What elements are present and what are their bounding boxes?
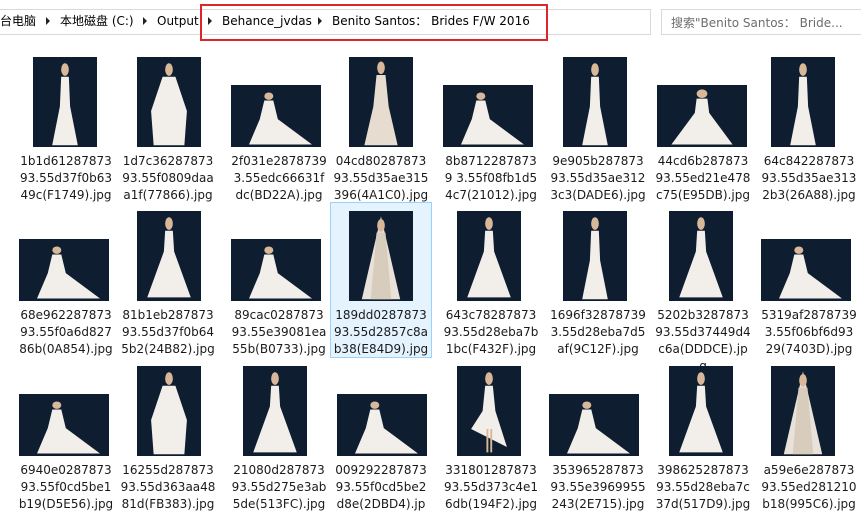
file-item[interactable]: 68e96228787393.55f0a6d82786b(0A854).jpg xyxy=(15,202,117,358)
file-item[interactable]: 81b1eb28787393.55d37f0b645b2(24B82).jpg xyxy=(117,202,219,358)
file-name: 6940e028787393.55f0cd5be1b19(D5E56).jpg xyxy=(18,463,114,511)
image-thumbnail xyxy=(549,394,639,456)
image-thumbnail xyxy=(137,366,201,456)
image-thumbnail xyxy=(771,57,835,147)
crumb-local-disk[interactable]: 本地磁盘 (C:) xyxy=(60,13,134,29)
annotation-highlight-box xyxy=(200,4,548,41)
file-item[interactable]: 009292287873 93.55f0cd5be2d8e(2DBD4).jpg xyxy=(330,357,432,513)
chevron-right-icon[interactable] xyxy=(141,13,149,29)
file-item[interactable]: 331801287873 93.55d373c4e16db(194F2).jpg xyxy=(440,357,542,513)
file-item[interactable]: 44cd6b28787393.55ed21e478c75(E95DB).jpg xyxy=(652,48,754,204)
file-item[interactable]: 21080d28787393.55d275e3ab5de(513FC).jpg xyxy=(228,357,330,513)
crumb-output[interactable]: Output xyxy=(157,13,199,29)
file-name: 9e905b28787393.55d35ae3123c3(DADE6).jpg xyxy=(550,154,646,202)
file-name: 353965287873 93.55e3969955243(2E715).jpg xyxy=(550,463,646,511)
file-name: 009292287873 93.55f0cd5be2d8e(2DBD4).jpg xyxy=(335,463,427,511)
file-item[interactable]: 353965287873 93.55e3969955243(2E715).jpg xyxy=(547,357,649,513)
image-thumbnail xyxy=(669,366,733,456)
file-item[interactable]: a59e6e28787393.55ed281210b18(995C6).jpg xyxy=(758,357,860,513)
file-name: 5319af28787393.55f06bf6d9329(7403D).jpg xyxy=(761,308,857,356)
file-name: 8b87122878739 3.55f08fb1d54c7(21012).jpg xyxy=(444,154,538,202)
file-item[interactable]: 189dd028787393.55d2857c8ab38(E84D9).jpg xyxy=(330,202,432,358)
file-name: a59e6e28787393.55ed281210b18(995C6).jpg xyxy=(761,463,857,511)
file-item[interactable]: 1b1d6128787393.55d37f0b6349c(F1749).jpg xyxy=(15,48,117,204)
image-thumbnail xyxy=(337,394,427,456)
file-item[interactable]: 5319af28787393.55f06bf6d9329(7403D).jpg xyxy=(758,202,860,358)
search-placeholder: 搜索"Benito Santos： Bride... xyxy=(671,16,843,30)
image-thumbnail xyxy=(137,57,201,147)
file-item[interactable]: 1d7c3628787393.55f0809daaa1f(77866).jpg xyxy=(117,48,219,204)
image-thumbnail xyxy=(563,211,627,301)
image-thumbnail xyxy=(19,394,109,456)
image-thumbnail xyxy=(443,85,533,147)
crumb-this-pc[interactable]: 台电脑 xyxy=(0,13,36,29)
image-thumbnail xyxy=(669,211,733,301)
file-grid: 1b1d6128787393.55d37f0b6349c(F1749).jpg 1… xyxy=(0,44,861,513)
image-thumbnail xyxy=(33,57,97,147)
image-thumbnail xyxy=(349,211,413,301)
file-name: 16255d28787393.55d363aa4881d(FB383).jpg xyxy=(120,463,216,511)
file-item[interactable]: 8b87122878739 3.55f08fb1d54c7(21012).jpg xyxy=(440,48,542,204)
file-item[interactable]: 398625287873 93.55d28eba7c37d(517D9).jpg xyxy=(652,357,754,513)
address-bar[interactable]: 台电脑 本地磁盘 (C:) Output Behance_jvdas Benit… xyxy=(0,0,861,44)
file-item[interactable]: 2f031e28787393.55edc66631fdc(BD22A).jpg xyxy=(228,48,330,204)
image-thumbnail xyxy=(457,211,521,301)
file-name: 1d7c3628787393.55f0809daaa1f(77866).jpg xyxy=(122,154,214,202)
file-name: 1b1d6128787393.55d37f0b6349c(F1749).jpg xyxy=(20,154,112,202)
file-name: 04cd8028787393.55d35ae315396(4A1C0).jpg xyxy=(333,154,429,202)
image-thumbnail xyxy=(563,57,627,147)
image-thumbnail xyxy=(771,366,835,456)
image-thumbnail xyxy=(137,211,201,301)
file-item[interactable]: 16255d28787393.55d363aa4881d(FB383).jpg xyxy=(117,357,219,513)
image-thumbnail xyxy=(657,85,747,147)
file-item[interactable]: 04cd8028787393.55d35ae315396(4A1C0).jpg xyxy=(330,48,432,204)
file-name: 331801287873 93.55d373c4e16db(194F2).jpg xyxy=(443,463,539,511)
file-name: 89cac028787393.55e39081ea55b(B0733).jpg xyxy=(231,308,327,356)
file-name: 2f031e28787393.55edc66631fdc(BD22A).jpg xyxy=(231,154,327,202)
file-item[interactable]: 5202b328787393.55d37449d4c6a(DDDCE).jpg xyxy=(652,202,754,373)
file-name: 1696f328787393.55d28eba7d5af(9C12F).jpg xyxy=(550,308,646,356)
file-item[interactable]: 6940e028787393.55f0cd5be1b19(D5E56).jpg xyxy=(15,357,117,513)
file-item[interactable]: 9e905b28787393.55d35ae3123c3(DADE6).jpg xyxy=(547,48,649,204)
file-name: 68e96228787393.55f0a6d82786b(0A854).jpg xyxy=(19,308,113,356)
file-item[interactable]: 89cac028787393.55e39081ea55b(B0733).jpg xyxy=(228,202,330,358)
chevron-right-icon[interactable] xyxy=(44,13,52,29)
file-name: 398625287873 93.55d28eba7c37d(517D9).jpg xyxy=(655,463,751,511)
file-item[interactable]: 64c842287873 93.55d35ae3132b3(26A88).jpg xyxy=(758,48,860,204)
file-name: 21080d28787393.55d275e3ab5de(513FC).jpg xyxy=(231,463,327,511)
file-name: 64c842287873 93.55d35ae3132b3(26A88).jpg xyxy=(761,154,857,202)
file-item[interactable]: 643c78287873 93.55d28eba7b1bc(F432F).jpg xyxy=(440,202,542,358)
image-thumbnail xyxy=(231,239,321,301)
file-name: 643c78287873 93.55d28eba7b1bc(F432F).jpg xyxy=(443,308,539,356)
image-thumbnail xyxy=(243,366,307,456)
file-name: 44cd6b28787393.55ed21e478c75(E95DB).jpg xyxy=(655,154,751,202)
image-thumbnail xyxy=(761,239,851,301)
image-thumbnail xyxy=(349,57,413,147)
file-item[interactable]: 1696f328787393.55d28eba7d5af(9C12F).jpg xyxy=(547,202,649,358)
image-thumbnail xyxy=(231,85,321,147)
image-thumbnail xyxy=(457,366,521,456)
image-thumbnail xyxy=(19,239,109,301)
file-name: 81b1eb28787393.55d37f0b645b2(24B82).jpg xyxy=(121,308,215,356)
file-name: 189dd028787393.55d2857c8ab38(E84D9).jpg xyxy=(333,308,429,356)
